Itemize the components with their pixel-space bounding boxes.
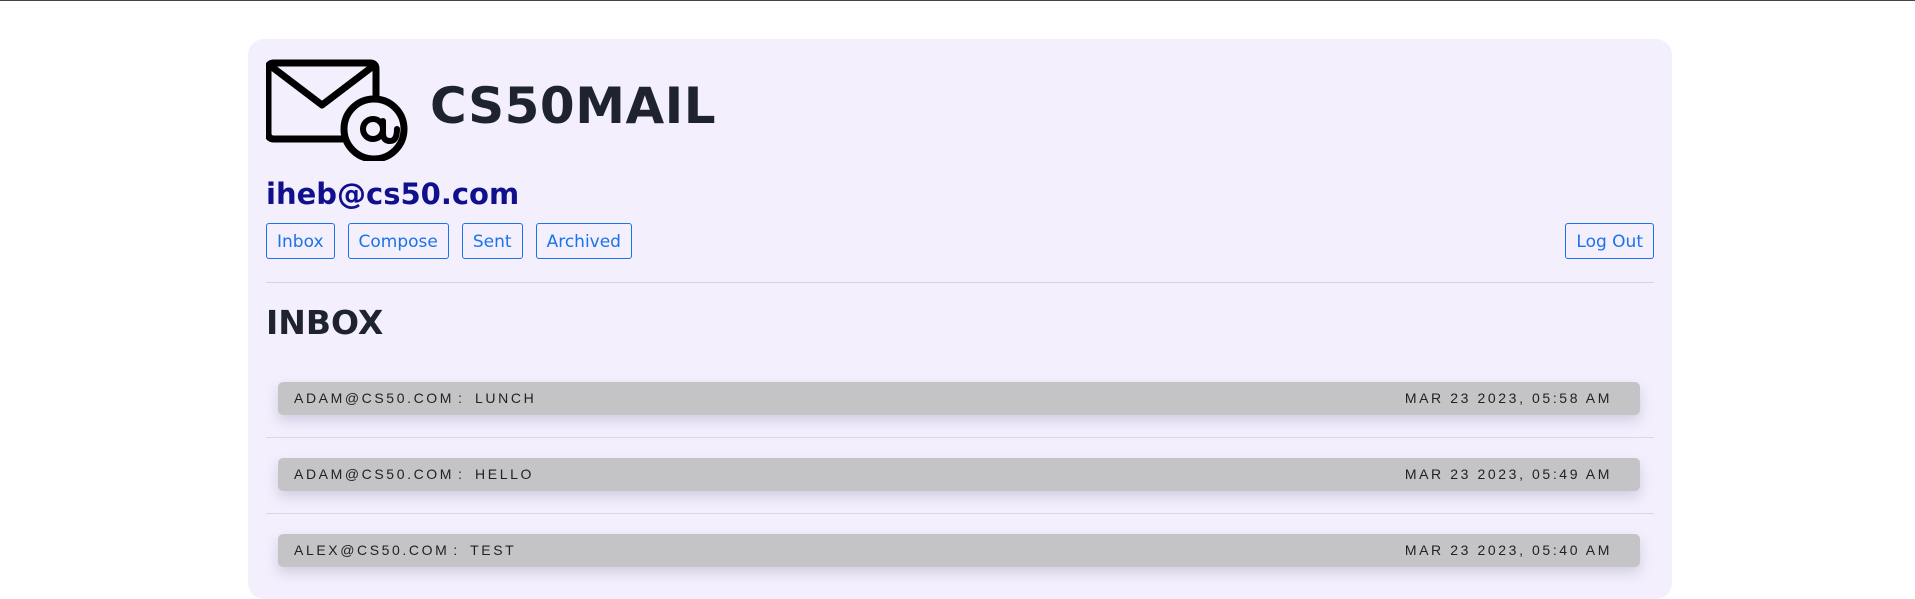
- logout-button[interactable]: Log Out: [1565, 223, 1654, 259]
- email-summary: ALEX@CS50.COM: TEST: [294, 534, 516, 567]
- window-top-border: [0, 0, 1915, 1]
- sent-button[interactable]: Sent: [461, 223, 523, 259]
- archived-button[interactable]: Archived: [535, 223, 632, 259]
- email-subject: TEST: [470, 542, 517, 558]
- mailbox-nav: Inbox Compose Sent Archived: [266, 223, 632, 259]
- email-sender: ADAM@CS50.COM: [294, 390, 455, 406]
- email-timestamp: MAR 23 2023, 05:49 AM: [1404, 466, 1612, 482]
- email-separator: :: [458, 390, 465, 406]
- email-subject: LUNCH: [475, 390, 537, 406]
- mail-at-icon: [266, 59, 408, 161]
- email-separator: :: [458, 466, 465, 482]
- app-title: CS50MAIL: [430, 77, 717, 135]
- email-timestamp: MAR 23 2023, 05:58 AM: [1404, 390, 1612, 406]
- app-logo: [266, 55, 408, 161]
- email-summary: ADAM@CS50.COM: LUNCH: [294, 382, 536, 415]
- email-summary: ADAM@CS50.COM: HELLO: [294, 458, 534, 491]
- row-divider: [266, 437, 1654, 438]
- email-sender: ALEX@CS50.COM: [294, 542, 450, 558]
- compose-button[interactable]: Compose: [347, 223, 449, 259]
- email-separator: :: [453, 542, 460, 558]
- email-sender: ADAM@CS50.COM: [294, 466, 455, 482]
- email-row[interactable]: ALEX@CS50.COM: TEST MAR 23 2023, 05:40 A…: [278, 534, 1640, 567]
- email-timestamp: MAR 23 2023, 05:40 AM: [1404, 542, 1612, 558]
- row-divider: [266, 513, 1654, 514]
- email-row[interactable]: ADAM@CS50.COM: LUNCH MAR 23 2023, 05:58 …: [278, 382, 1640, 415]
- mail-app-panel: CS50MAIL iheb@cs50.com Inbox Compose Sen…: [248, 39, 1672, 599]
- header-divider: [266, 282, 1654, 283]
- email-subject: HELLO: [475, 466, 534, 482]
- mailbox-title: INBOX: [266, 303, 384, 342]
- current-user-email: iheb@cs50.com: [266, 177, 520, 211]
- inbox-button[interactable]: Inbox: [266, 223, 335, 259]
- email-row[interactable]: ADAM@CS50.COM: HELLO MAR 23 2023, 05:49 …: [278, 458, 1640, 491]
